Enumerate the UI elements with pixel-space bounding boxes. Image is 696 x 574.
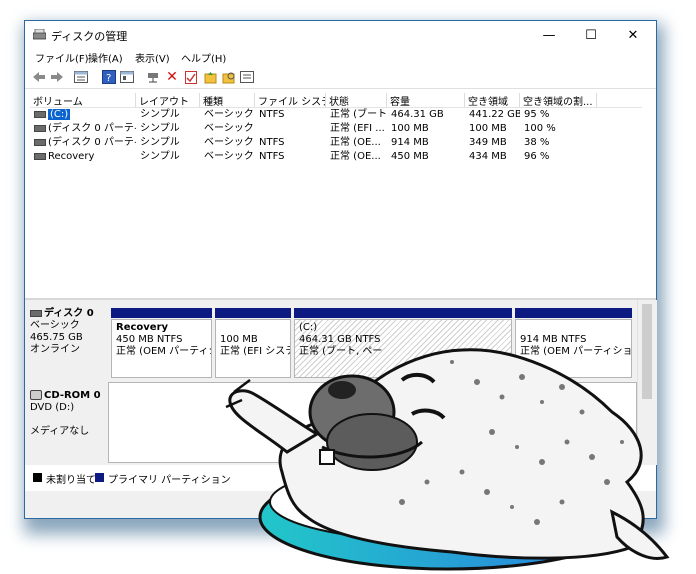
layout-cell: シンプル (140, 151, 180, 162)
partition-strip-oem (515, 308, 632, 318)
list-view-icon[interactable] (73, 69, 89, 85)
layout-cell: シンプル (140, 123, 180, 134)
disk0-label[interactable]: ディスク 0 ベーシック 465.75 GB オンライン (30, 308, 108, 383)
legend-unallocated-swatch (33, 473, 42, 482)
type-cell: ベーシック (204, 137, 254, 148)
fs-cell: NTFS (259, 109, 285, 120)
fs-cell (255, 122, 326, 136)
disk-management-icon (33, 29, 46, 40)
legend-unallocated-label: 未割り当て (46, 475, 96, 486)
col-volume[interactable]: ボリューム (30, 93, 136, 107)
partition-size: 450 MB NTFS (116, 334, 183, 345)
folder-up-icon[interactable] (202, 69, 218, 85)
properties-icon[interactable] (119, 69, 135, 85)
volume-name: Recovery (48, 151, 95, 162)
volume-name: (C:) (48, 109, 71, 120)
disk0-state: オンライン (30, 344, 80, 355)
partition-strip-efi (215, 308, 291, 318)
partition-status: 正常 (OEM パーティショ (116, 346, 211, 357)
table-header: ボリューム レイアウト 種類 ファイル システム 状態 容量 空き領域 空き領域… (30, 92, 642, 108)
fs-cell: NTFS (259, 151, 285, 162)
cdrom-name: CD-ROM 0 (44, 390, 101, 401)
status-cell: 正常 (ブート... (330, 109, 387, 120)
free-pct-cell: 100 % (524, 123, 556, 134)
partition-strip-c (294, 308, 512, 318)
partition-strip-recovery (111, 308, 212, 318)
menu-file[interactable]: ファイル(F) (35, 50, 89, 65)
cdrom-drive: DVD (D:) (30, 402, 75, 413)
format-icon[interactable] (239, 69, 255, 85)
partition-recovery[interactable]: Recovery 450 MB NTFS 正常 (OEM パーティショ (111, 319, 212, 378)
volume-icon (34, 110, 46, 118)
col-status[interactable]: 状態 (326, 93, 387, 107)
menu-bar: ファイル(F) 操作(A) 表示(V) ヘルプ(H) (25, 49, 656, 65)
check-icon[interactable] (183, 69, 199, 85)
delete-icon[interactable]: ✕ (164, 69, 180, 85)
col-type[interactable]: 種類 (200, 93, 255, 107)
toolbar: ? ✕ (25, 66, 656, 89)
cdrom-media: メディアなし (30, 426, 90, 437)
partition-name: Recovery (116, 322, 169, 333)
volume-name: (ディスク 0 パーティシ... (48, 137, 136, 148)
menu-help[interactable]: ヘルプ(H) (181, 50, 226, 65)
table-row[interactable]: (ディスク 0 パーティシ... シンプル ベーシック NTFS 正常 (OE.… (30, 136, 642, 150)
free-pct-cell: 38 % (524, 137, 550, 148)
type-cell: ベーシック (204, 151, 254, 162)
close-button[interactable]: ✕ (614, 21, 652, 49)
disk0-type: ベーシック (30, 320, 80, 331)
type-cell: ベーシック (204, 109, 254, 120)
help-icon[interactable]: ? (101, 69, 117, 85)
svg-text:?: ? (106, 73, 111, 84)
free-pct-cell: 95 % (524, 109, 550, 120)
table-row[interactable]: Recovery シンプル ベーシック NTFS 正常 (OE... 450 M… (30, 150, 642, 164)
layout-cell: シンプル (140, 109, 180, 120)
disk-icon (30, 309, 42, 317)
capacity-cell: 100 MB (391, 123, 429, 134)
free-cell: 100 MB (469, 123, 507, 134)
col-free-pct[interactable]: 空き領域の割... (520, 93, 597, 107)
type-cell: ベーシック (204, 123, 254, 134)
status-cell: 正常 (OE... (330, 137, 381, 148)
title-bar[interactable]: ディスクの管理 — ☐ ✕ (25, 21, 656, 49)
col-free[interactable]: 空き領域 (465, 93, 520, 107)
window-title: ディスクの管理 (51, 30, 128, 43)
fs-cell: NTFS (259, 137, 285, 148)
cdrom-label[interactable]: CD-ROM 0 DVD (D:) メディアなし (30, 390, 108, 460)
free-cell: 441.22 GB (469, 109, 520, 120)
status-cell: 正常 (EFI ... (330, 123, 385, 134)
menu-view[interactable]: 表示(V) (135, 50, 170, 65)
disk0-name: ディスク 0 (44, 308, 94, 319)
free-pct-cell: 96 % (524, 151, 550, 162)
legend-primary-swatch (95, 473, 104, 482)
status-cell: 正常 (OE... (330, 151, 381, 162)
table-row[interactable]: (ディスク 0 パーティシ... シンプル ベーシック 正常 (EFI ... … (30, 122, 642, 136)
cdrom-icon (30, 390, 42, 400)
capacity-cell: 914 MB (391, 137, 429, 148)
layout-cell: シンプル (140, 137, 180, 148)
volume-icon (34, 138, 46, 146)
disk0-size: 465.75 GB (30, 332, 83, 343)
col-capacity[interactable]: 容量 (387, 93, 465, 107)
volume-icon (34, 124, 46, 132)
col-layout[interactable]: レイアウト (136, 93, 200, 107)
minimize-button[interactable]: — (530, 21, 568, 49)
capacity-cell: 464.31 GB (391, 109, 444, 120)
maximize-button[interactable]: ☐ (572, 21, 610, 49)
volume-icon (34, 152, 46, 160)
menu-action[interactable]: 操作(A) (88, 50, 123, 65)
forward-icon[interactable] (49, 69, 65, 85)
back-icon[interactable] (31, 69, 47, 85)
volume-name: (ディスク 0 パーティシ... (48, 123, 136, 134)
col-filesystem[interactable]: ファイル システム (255, 93, 326, 107)
volume-table: ボリューム レイアウト 種類 ファイル システム 状態 容量 空き領域 空き領域… (30, 92, 642, 304)
free-cell: 434 MB (469, 151, 507, 162)
table-row[interactable]: (C:) シンプル ベーシック NTFS 正常 (ブート... 464.31 G… (30, 108, 642, 122)
seal-mascot-illustration (225, 348, 670, 571)
connect-icon[interactable] (146, 69, 162, 85)
free-cell: 349 MB (469, 137, 507, 148)
capacity-cell: 450 MB (391, 151, 429, 162)
search-folder-icon[interactable] (221, 69, 237, 85)
